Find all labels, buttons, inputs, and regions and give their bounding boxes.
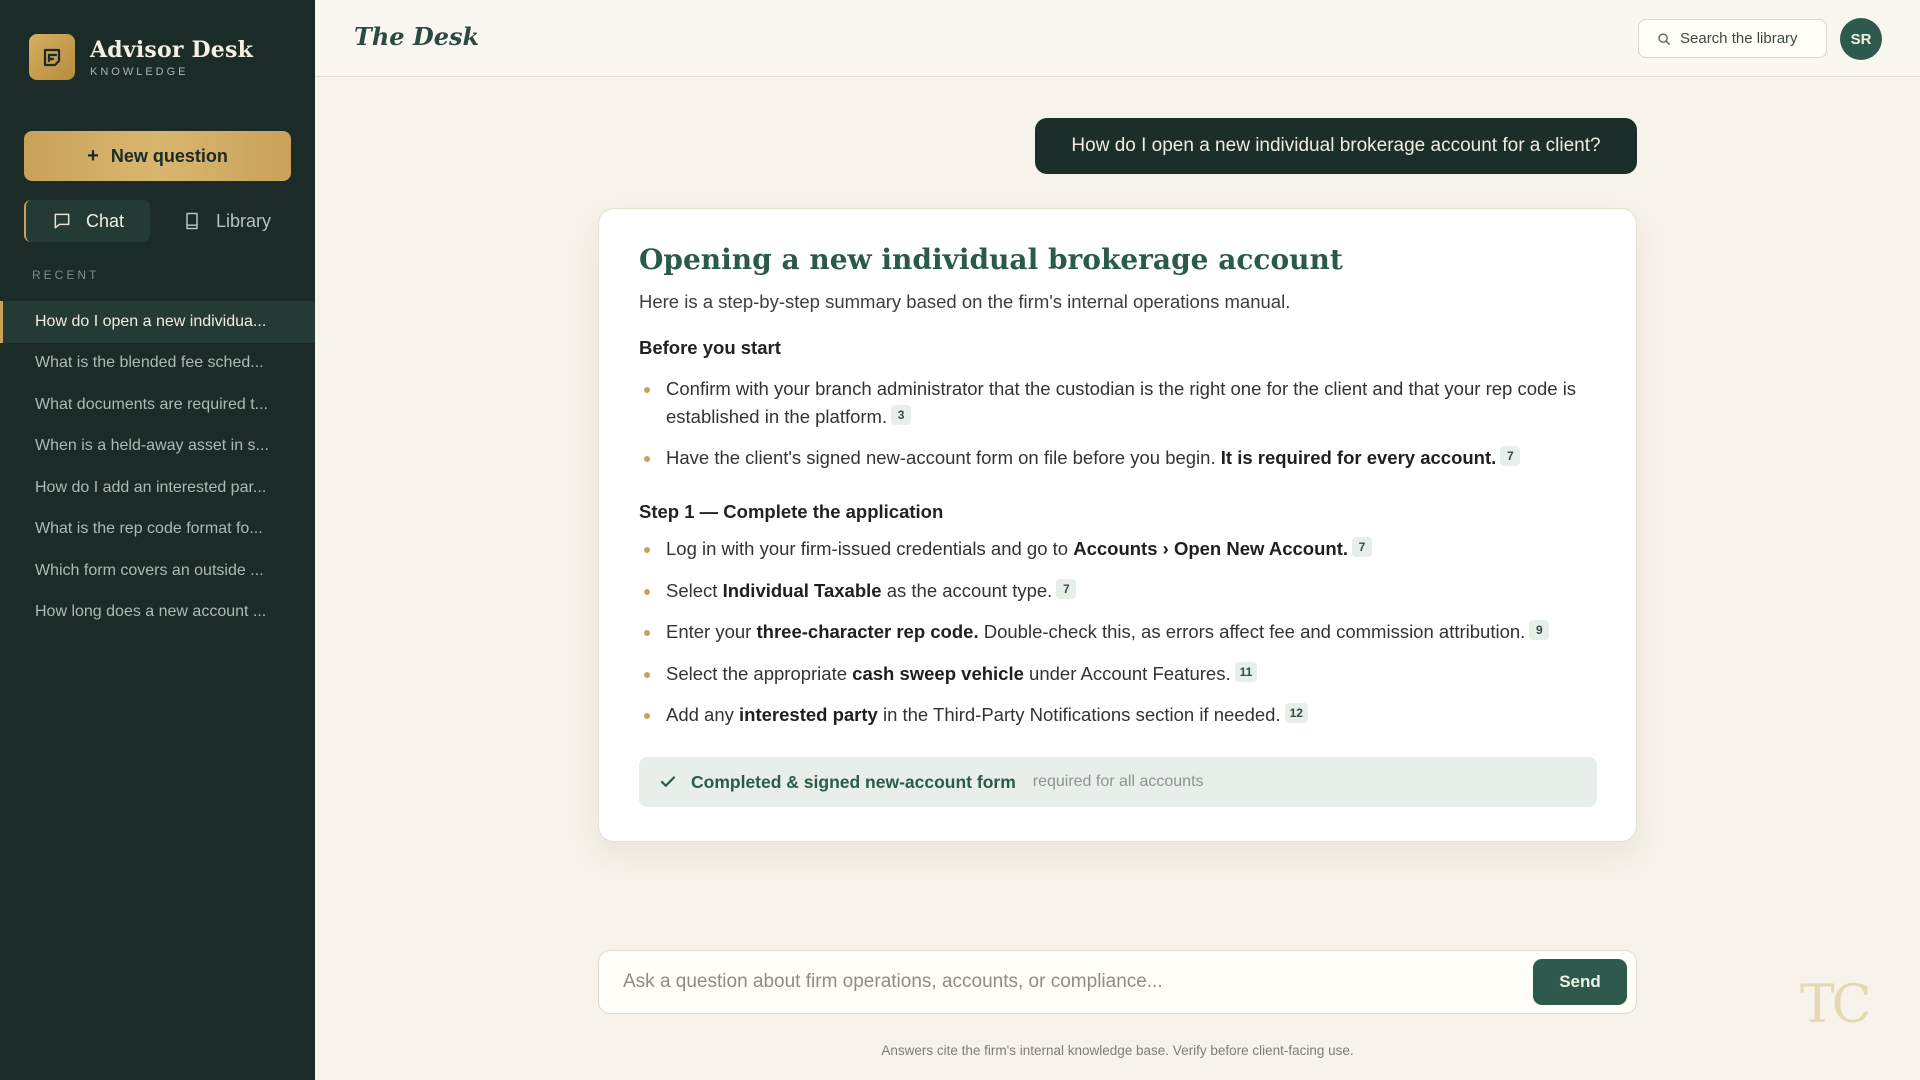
plus-icon: + xyxy=(87,144,99,167)
recent-list: How do I open a new individua... What is… xyxy=(0,301,315,633)
avatar[interactable]: SR xyxy=(1840,18,1882,60)
bullet-emphasis: interested party xyxy=(739,704,878,725)
citation-badge[interactable]: 7 xyxy=(1056,578,1077,599)
answer-card: Opening a new individual brokerage accou… xyxy=(598,208,1637,842)
mode-tabs: Chat Library xyxy=(24,200,297,242)
book-icon xyxy=(186,212,198,230)
list-item: Add any interested party in the Third-Pa… xyxy=(639,701,1599,729)
list-item[interactable]: How do I add an interested par... xyxy=(0,467,315,509)
bullet-emphasis: Accounts › Open New Account. xyxy=(1073,538,1348,559)
bullet-emphasis: cash sweep vehicle xyxy=(852,662,1024,684)
section-heading: Step 1 — Complete the application xyxy=(639,501,944,522)
checklist-item-label: Completed & signed new-account form xyxy=(691,771,1016,792)
list-item[interactable]: Which form covers an outside ... xyxy=(0,550,315,592)
chat-bubble-icon xyxy=(54,213,70,229)
list-item: Have the client's signed new-account for… xyxy=(639,444,1599,472)
bullet-text: Enter your xyxy=(666,621,757,642)
bullet-text: under Account Features. xyxy=(1023,662,1231,684)
list-item[interactable]: What documents are required t... xyxy=(0,384,315,426)
search-icon xyxy=(1658,32,1670,45)
brand-title: Advisor Desk xyxy=(90,36,254,63)
tab-chat-label: Chat xyxy=(86,210,125,231)
citation-badge[interactable]: 7 xyxy=(1352,537,1372,557)
list-item: Log in with your firm-issued credentials… xyxy=(639,535,1599,563)
bullet-text: Select xyxy=(666,579,723,601)
list-item[interactable]: How long does a new account ... xyxy=(0,592,315,634)
bullet-text: in the Third-Party Notifications section… xyxy=(877,704,1281,725)
tab-library[interactable]: Library xyxy=(156,200,297,242)
checkmark-icon xyxy=(660,776,676,787)
note-card-icon xyxy=(29,34,75,80)
list-item: Confirm with your branch administrator t… xyxy=(639,375,1599,431)
list-item: Select Individual Taxable as the account… xyxy=(639,577,1599,605)
watermark-logo: TC xyxy=(1800,975,1872,1035)
send-button[interactable]: Send xyxy=(1533,959,1627,1005)
new-question-button[interactable]: + New question xyxy=(24,131,291,181)
list-item[interactable]: What is the rep code format fo... xyxy=(0,509,315,551)
list-item[interactable]: What is the blended fee sched... xyxy=(0,343,315,385)
search-input[interactable]: Search the library xyxy=(1638,19,1827,58)
citation-badge[interactable]: 9 xyxy=(1529,620,1550,640)
new-question-label: New question xyxy=(110,145,228,166)
brand-subtitle: KNOWLEDGE xyxy=(90,65,189,78)
top-bar: The Desk Search the library SR xyxy=(315,0,1920,77)
list-item: Enter your three-character rep code. Dou… xyxy=(639,618,1599,646)
bullet-text: Have the client's signed new-account for… xyxy=(666,447,1221,468)
recent-label: RECENT xyxy=(32,268,100,282)
citation-badge[interactable]: 12 xyxy=(1284,703,1308,723)
user-message: How do I open a new individual brokerage… xyxy=(1035,118,1637,174)
search-label: Search the library xyxy=(1680,30,1798,47)
bullet-text: as the account type. xyxy=(881,579,1053,601)
tab-library-label: Library xyxy=(216,210,272,231)
bullet-text: Select the appropriate xyxy=(666,662,853,684)
citation-badge[interactable]: 7 xyxy=(1500,446,1521,466)
checklist-note: required for all accounts xyxy=(1032,773,1204,790)
bullet-text: Confirm with your branch administrator t… xyxy=(666,378,1577,427)
bullet-emphasis: It is required for every account. xyxy=(1220,447,1497,468)
sidebar: Advisor Desk KNOWLEDGE + New question Ch… xyxy=(0,0,315,1080)
list-item[interactable]: When is a held-away asset in s... xyxy=(0,426,315,468)
composer: Send xyxy=(598,950,1637,1014)
brand: Advisor Desk KNOWLEDGE xyxy=(29,34,253,80)
answer-title: Opening a new individual brokerage accou… xyxy=(639,243,1343,276)
step-one-list: Log in with your firm-issued credentials… xyxy=(639,535,1599,729)
citation-badge[interactable]: 3 xyxy=(891,405,912,425)
before-start-list: Confirm with your branch administrator t… xyxy=(639,375,1599,472)
question-input[interactable] xyxy=(623,959,1513,1005)
bullet-text: Double-check this, as errors affect fee … xyxy=(978,621,1526,642)
disclaimer: Answers cite the firm's internal knowled… xyxy=(881,1043,1354,1058)
page-title: The Desk xyxy=(354,22,480,51)
tab-chat[interactable]: Chat xyxy=(24,200,151,242)
answer-intro: Here is a step-by-step summary based on … xyxy=(639,291,1291,312)
section-heading: Before you start xyxy=(639,337,781,358)
bullet-emphasis: three-character rep code. xyxy=(756,621,979,642)
list-item[interactable]: How do I open a new individua... xyxy=(0,301,315,343)
list-item: Select the appropriate cash sweep vehicl… xyxy=(639,660,1599,688)
citation-badge[interactable]: 11 xyxy=(1234,661,1258,682)
checklist-callout: Completed & signed new-account form requ… xyxy=(639,757,1597,807)
bullet-emphasis: Individual Taxable xyxy=(722,579,882,601)
bullet-text: Add any xyxy=(666,704,740,725)
bullet-text: Log in with your firm-issued credentials… xyxy=(666,538,1074,559)
